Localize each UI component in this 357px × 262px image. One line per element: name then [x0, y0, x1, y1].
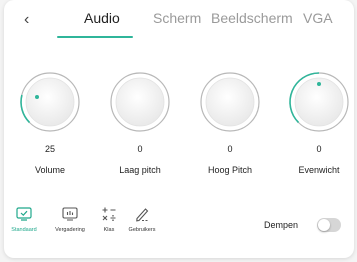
sound-mode-bar: Standaard Vergadering Klas Gebruikers De… [4, 205, 354, 235]
pen-icon [122, 205, 162, 223]
evenwicht-label: Evenwicht [298, 165, 340, 175]
laag-pitch-value: 0 [137, 144, 143, 154]
mode-gebruikers[interactable]: Gebruikers [122, 205, 162, 233]
mute-toggle-thumb [318, 219, 330, 231]
volume-label: Volume [34, 165, 66, 175]
active-tab-indicator [57, 36, 133, 38]
mute-label: Dempen [264, 220, 299, 230]
tab-vga[interactable]: VGA [303, 9, 333, 27]
hoog-pitch-knob[interactable] [198, 70, 262, 134]
laag-pitch-label: Laag pitch [119, 165, 161, 175]
laag-pitch-knob[interactable] [108, 70, 172, 134]
audio-settings-panel: ‹ Audio Scherm Beeldscherm VGA 25 Volume [4, 0, 354, 258]
monitor-check-icon [4, 205, 44, 223]
mode-vergadering-label: Vergadering [55, 227, 85, 233]
mode-standaard[interactable]: Standaard [4, 205, 44, 233]
presentation-icon [50, 205, 90, 223]
back-button[interactable]: ‹ [24, 10, 29, 30]
mute-toggle[interactable] [317, 218, 341, 232]
mode-gebruikers-label: Gebruikers [128, 227, 156, 233]
tab-audio[interactable]: Audio [84, 9, 120, 27]
hoog-pitch-value: 0 [227, 144, 233, 154]
volume-knob[interactable] [18, 70, 82, 134]
tab-beeldscherm[interactable]: Beeldscherm [211, 9, 293, 27]
volume-value: 25 [44, 144, 55, 154]
hoog-pitch-label: Hoog Pitch [207, 165, 253, 175]
mode-standaard-label: Standaard [11, 227, 37, 233]
evenwicht-value: 0 [316, 144, 322, 154]
evenwicht-knob[interactable] [287, 70, 351, 134]
mode-vergadering[interactable]: Vergadering [50, 205, 90, 233]
tab-scherm[interactable]: Scherm [153, 9, 201, 27]
